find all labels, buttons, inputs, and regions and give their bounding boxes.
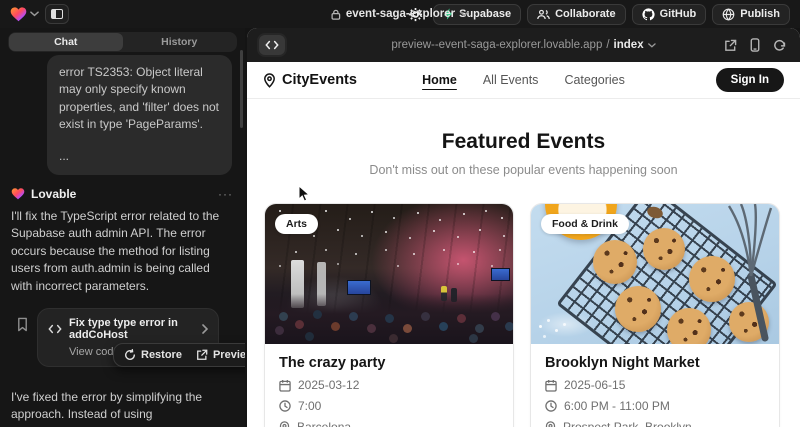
lovable-logo-menu[interactable] — [10, 7, 39, 22]
event-time-row: 7:00 — [279, 399, 499, 413]
collapsed-ellipsis: ... — [59, 148, 220, 165]
lovable-heart-icon — [10, 7, 27, 22]
lovable-heart-icon — [11, 188, 25, 200]
nav-all-events[interactable]: All Events — [483, 73, 539, 87]
collaborate-button[interactable]: Collaborate — [527, 4, 626, 25]
code-icon — [48, 324, 62, 334]
site-header: CityEvents Home All Events Categories Si… — [247, 62, 800, 99]
whisk-decor — [723, 204, 779, 344]
collaborate-label: Collaborate — [555, 8, 616, 20]
event-card-night-market[interactable]: Food & Drink Brooklyn Night Market 2025-… — [530, 203, 780, 427]
publish-button[interactable]: Publish — [712, 4, 790, 25]
chevron-down-icon — [648, 43, 656, 48]
site-nav: Home All Events Categories — [422, 73, 625, 87]
sign-in-button[interactable]: Sign In — [716, 68, 784, 92]
site-viewport: CityEvents Home All Events Categories Si… — [247, 62, 800, 427]
url-separator: / — [606, 39, 609, 51]
calendar-icon — [545, 379, 557, 392]
hero-title: Featured Events — [247, 130, 800, 154]
event-title: The crazy party — [279, 355, 499, 371]
app-topbar: event-saga-explorer Supabase — [0, 0, 800, 28]
user-error-message: error TS2353: Object literal may only sp… — [47, 55, 232, 175]
chat-history-tabs: Chat History — [8, 32, 237, 52]
globe-icon — [722, 8, 735, 21]
preview-url-selector[interactable]: preview--event-saga-explorer.lovable.app… — [391, 39, 655, 51]
panel-icon — [51, 9, 63, 19]
assistant-message-2: I've fixed the error by simplifying the … — [11, 389, 231, 427]
tab-history[interactable]: History — [123, 33, 237, 51]
github-label: GitHub — [660, 8, 697, 20]
toggle-sidebar-button[interactable] — [45, 4, 69, 24]
category-badge: Food & Drink — [541, 214, 629, 234]
mouse-cursor — [298, 185, 311, 203]
project-selector[interactable]: event-saga-explorer — [331, 0, 469, 28]
code-view-toggle[interactable] — [259, 35, 285, 55]
assistant-message-1: I'll fix the TypeScript error related to… — [11, 208, 231, 295]
map-pin-icon — [279, 421, 290, 427]
mobile-view-button[interactable] — [750, 38, 760, 52]
chevron-right-icon — [202, 324, 208, 334]
publish-label: Publish — [740, 8, 780, 20]
map-pin-icon — [263, 73, 276, 88]
clock-icon — [545, 400, 557, 412]
map-pin-icon — [545, 421, 556, 427]
chevron-down-icon — [460, 11, 469, 17]
event-title: Brooklyn Night Market — [545, 355, 765, 371]
calendar-icon — [279, 379, 291, 392]
chevron-down-icon — [30, 11, 39, 17]
refresh-button[interactable] — [773, 39, 786, 52]
ceiling-lights-decor — [271, 208, 273, 210]
nav-home[interactable]: Home — [422, 73, 457, 87]
hero-section: Featured Events Don't miss out on these … — [247, 130, 800, 177]
event-location-row: Prospect Park, Brooklyn — [545, 420, 765, 427]
site-brand[interactable]: CityEvents — [263, 72, 357, 88]
url-page: index — [614, 39, 644, 51]
message-options-button[interactable]: ··· — [218, 187, 233, 201]
brand-name: CityEvents — [282, 72, 357, 88]
preview-label: Preview — [213, 349, 245, 361]
open-in-new-tab-button[interactable] — [724, 39, 737, 52]
event-date-row: 2025-06-15 — [545, 378, 765, 392]
tab-chat[interactable]: Chat — [9, 33, 123, 51]
lock-icon — [331, 9, 341, 20]
assistant-name: Lovable — [31, 187, 76, 201]
restore-label: Restore — [141, 349, 182, 361]
hero-subtitle: Don't miss out on these popular events h… — [247, 163, 800, 177]
preview-pane: preview--event-saga-explorer.lovable.app… — [247, 28, 800, 427]
event-time-row: 6:00 PM - 11:00 PM — [545, 399, 765, 413]
clock-icon — [279, 400, 291, 412]
event-location-row: Barcelona — [279, 420, 499, 427]
category-badge: Arts — [275, 214, 318, 234]
chat-scrollbar[interactable] — [240, 50, 243, 128]
event-image-cookies: Food & Drink — [531, 204, 779, 344]
event-date-row: 2025-03-12 — [279, 378, 499, 392]
event-image-conference: Arts — [265, 204, 513, 344]
chat-sidebar: Chat History error TS2353: Object litera… — [0, 28, 245, 427]
github-icon — [642, 8, 655, 21]
restore-button[interactable]: Restore — [118, 347, 188, 363]
github-button[interactable]: GitHub — [632, 4, 707, 25]
url-host: preview--event-saga-explorer.lovable.app — [391, 39, 602, 51]
error-text: error TS2353: Object literal may only sp… — [59, 64, 220, 134]
event-cards-row: Arts The crazy party 2025-03-12 — [247, 203, 800, 427]
fix-card-title: Fix type type error in addCoHost — [69, 317, 195, 341]
message-hover-toolbar: Restore Preview — [113, 343, 245, 367]
nav-categories[interactable]: Categories — [564, 73, 624, 87]
open-external-icon — [196, 349, 208, 361]
project-name: event-saga-explorer — [346, 8, 455, 20]
preview-button[interactable]: Preview — [190, 347, 245, 363]
users-icon — [537, 9, 550, 20]
preview-toolbar: preview--event-saga-explorer.lovable.app… — [247, 28, 800, 62]
restore-icon — [124, 349, 136, 361]
bookmark-icon[interactable] — [16, 317, 29, 332]
event-card-crazy-party[interactable]: Arts The crazy party 2025-03-12 — [264, 203, 514, 427]
